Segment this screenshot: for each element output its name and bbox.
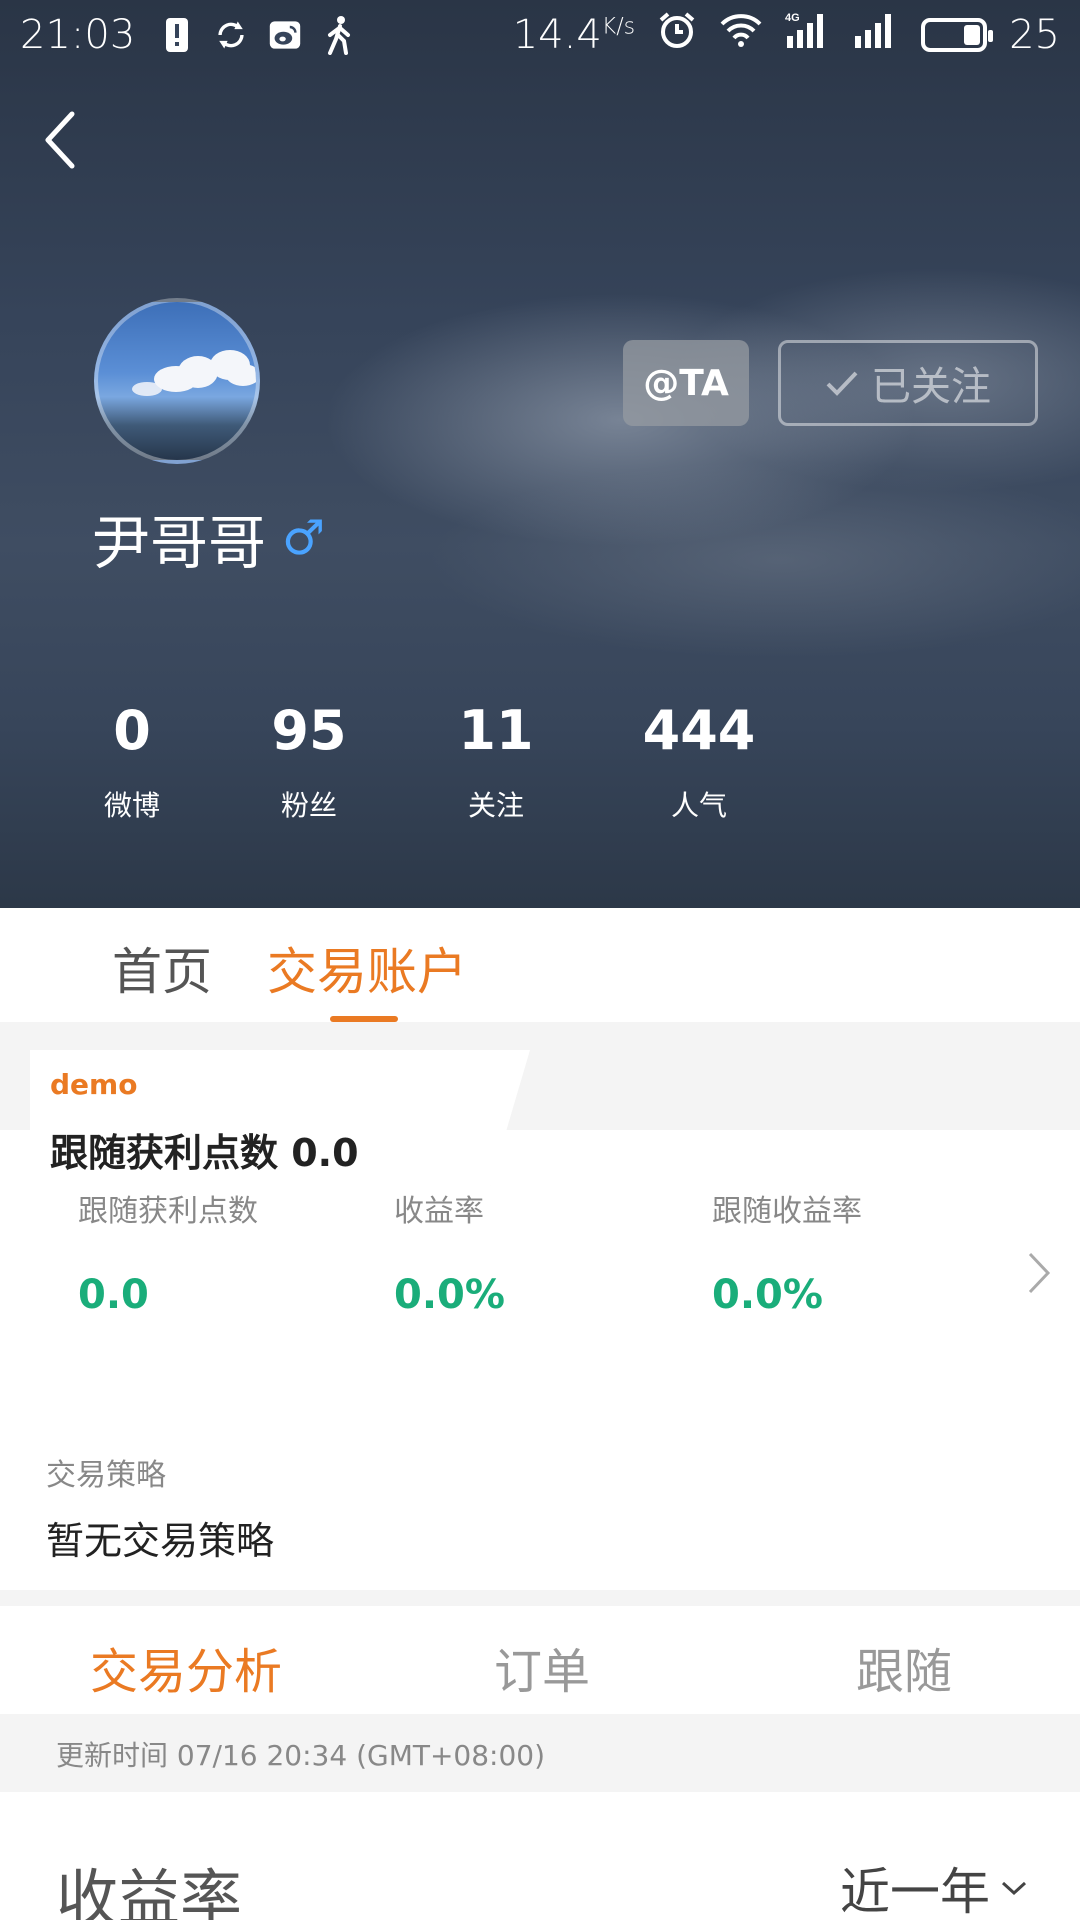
battery-level: 25 bbox=[1009, 12, 1060, 58]
metric-value: 0.0% bbox=[712, 1272, 823, 1318]
stat-value: 0 bbox=[113, 699, 151, 762]
avatar[interactable] bbox=[94, 298, 260, 464]
stat-popularity[interactable]: 444 人气 bbox=[619, 696, 779, 824]
main-tabs: 首页 交易账户 bbox=[0, 908, 1080, 1022]
tab-trade-analysis[interactable]: 交易分析 bbox=[90, 1632, 282, 1702]
status-time: 21:03 bbox=[20, 12, 136, 58]
profile-stats: 0 微博 95 粉丝 11 关注 444 人气 bbox=[0, 696, 1080, 836]
stat-value: 444 bbox=[642, 699, 756, 762]
tab-follow[interactable]: 跟随 bbox=[856, 1632, 952, 1702]
chevron-down-icon bbox=[1001, 1881, 1027, 1896]
back-arrow-icon bbox=[45, 111, 75, 169]
sync-icon bbox=[215, 16, 247, 54]
section-divider bbox=[0, 1590, 1080, 1606]
metric-value: 0.0% bbox=[394, 1272, 505, 1318]
period-select-value: 近一年 bbox=[840, 1863, 990, 1920]
stat-label: 关注 bbox=[467, 789, 524, 822]
battery-icon bbox=[921, 18, 994, 52]
mention-button[interactable]: @TA bbox=[623, 340, 749, 426]
follow-button[interactable]: 已关注 bbox=[778, 340, 1038, 426]
trading-strategy: 交易策略 暂无交易策略 bbox=[46, 1450, 274, 1565]
account-points-summary: 跟随获利点数 0.0 bbox=[50, 1131, 359, 1175]
metric-yield: 收益率 0.0% bbox=[394, 1186, 505, 1318]
walking-icon bbox=[323, 16, 355, 55]
stat-label: 人气 bbox=[670, 789, 727, 822]
metric-follow-yield: 跟随收益率 0.0% bbox=[712, 1186, 862, 1318]
wifi-icon bbox=[719, 11, 763, 59]
stat-value: 95 bbox=[271, 699, 347, 762]
back-button[interactable] bbox=[30, 100, 90, 180]
follow-button-label: 已关注 bbox=[871, 364, 991, 410]
signal-icon bbox=[853, 10, 899, 60]
tab-trading-account[interactable]: 交易账户 bbox=[267, 932, 467, 1004]
metric-value: 0.0 bbox=[78, 1272, 149, 1318]
metric-label: 收益率 bbox=[394, 1194, 484, 1229]
tab-home[interactable]: 首页 bbox=[112, 932, 212, 1004]
period-select[interactable]: 近一年 bbox=[840, 1852, 1028, 1920]
username: 尹哥哥 bbox=[92, 509, 267, 577]
network-speed: 14.4K/s bbox=[512, 12, 636, 58]
strategy-label: 交易策略 bbox=[46, 1458, 166, 1493]
sub-tabs: 交易分析 订单 跟随 bbox=[0, 1606, 1080, 1714]
metric-follow-points: 跟随获利点数 0.0 bbox=[78, 1186, 258, 1318]
chevron-right-icon[interactable] bbox=[1024, 1248, 1054, 1298]
stat-label: 粉丝 bbox=[280, 789, 337, 822]
alarm-icon bbox=[657, 10, 697, 60]
signal-4g-icon: 4G bbox=[785, 10, 831, 60]
account-name: demo bbox=[50, 1068, 138, 1101]
stat-weibo[interactable]: 0 微博 bbox=[52, 696, 212, 824]
metric-label: 跟随获利点数 bbox=[78, 1194, 258, 1229]
tab-orders[interactable]: 订单 bbox=[494, 1632, 590, 1702]
male-gender-icon: ♂ bbox=[282, 510, 326, 566]
metric-label: 跟随收益率 bbox=[712, 1194, 862, 1229]
account-metrics[interactable]: 跟随获利点数 0.0 收益率 0.0% 跟随收益率 0.0% bbox=[0, 1186, 1080, 1356]
username-row: 尹哥哥 ♂ bbox=[92, 496, 325, 580]
strategy-value: 暂无交易策略 bbox=[46, 1519, 275, 1563]
status-bar: 21:03 14.4K/s 4G 25 bbox=[0, 0, 1080, 70]
stat-label: 微博 bbox=[103, 789, 160, 822]
svg-text:4G: 4G bbox=[785, 12, 800, 24]
update-time-bar: 更新时间 07/16 20:34 (GMT+08:00) bbox=[0, 1714, 1080, 1792]
weibo-icon bbox=[269, 16, 301, 54]
stat-following[interactable]: 11 关注 bbox=[416, 696, 576, 824]
profile-header: 21:03 14.4K/s 4G 25 @TA 已关注 尹哥哥 ♂ 0 微博 9… bbox=[0, 0, 1080, 908]
stat-fans[interactable]: 95 粉丝 bbox=[229, 696, 389, 824]
stat-value: 11 bbox=[458, 699, 534, 762]
alert-icon bbox=[161, 16, 193, 54]
check-icon bbox=[826, 371, 858, 396]
yield-section-title: 收益率 bbox=[56, 1862, 243, 1920]
account-card[interactable]: demo 跟随获利点数 0.0 bbox=[30, 1050, 530, 1186]
update-time: 更新时间 07/16 20:34 (GMT+08:00) bbox=[56, 1739, 546, 1772]
